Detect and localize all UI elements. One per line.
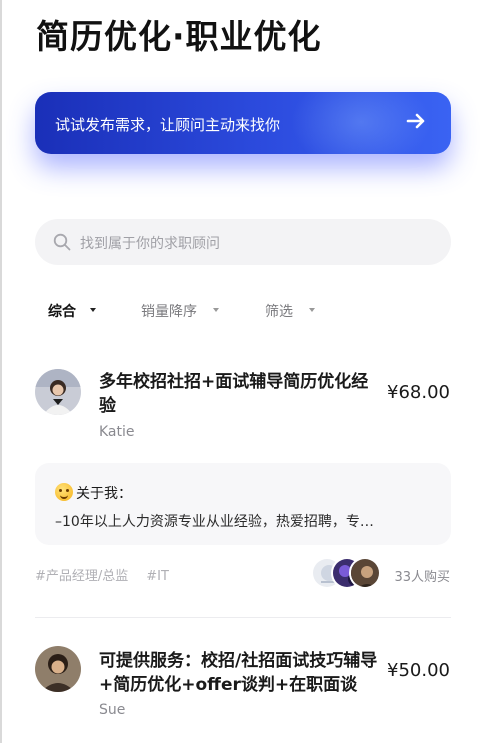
search-placeholder: 找到属于你的求职顾问: [80, 236, 220, 252]
filter-label: 综合: [48, 304, 76, 320]
arrow-right-icon: [406, 113, 425, 129]
page-title: 简历优化·职业优化: [36, 17, 322, 56]
about-text: –10年以上人力资源专业从业经验，热爱招聘，专…: [55, 514, 374, 530]
search-icon: [53, 233, 71, 251]
smile-emoji-icon: [55, 483, 73, 501]
filter-label: 销量降序: [141, 304, 197, 320]
about-heading-text: 关于我：: [76, 486, 132, 502]
purchase-count: 33人购买: [394, 570, 450, 585]
filter-sales-desc[interactable]: 销量降序: [141, 301, 219, 321]
post-request-banner[interactable]: 试试发布需求，让顾问主动来找你: [35, 92, 451, 154]
filter-bar: 综合 销量降序 筛选: [0, 301, 480, 321]
filter-label: 筛选: [265, 304, 293, 320]
tag: #IT: [146, 569, 169, 584]
consultant-name: Katie: [99, 424, 135, 440]
listing-price: ¥68.00: [387, 382, 450, 403]
filter-screen[interactable]: 筛选: [265, 301, 315, 321]
caret-down-icon: [213, 308, 219, 312]
filter-comprehensive[interactable]: 综合: [48, 301, 96, 321]
avatar: [35, 369, 81, 415]
left-edge-border: [0, 0, 2, 743]
avatar: [35, 646, 81, 692]
caret-down-icon: [90, 308, 96, 312]
caret-down-icon: [309, 308, 315, 312]
listing-title: 多年校招社招+面试辅导简历优化经验: [99, 372, 369, 416]
listing-title: 可提供服务：校招/社招面试技巧辅导+简历优化+offer谈判+在职面谈: [99, 651, 378, 695]
buyer-avatars: [311, 557, 381, 589]
buyer-avatar: [349, 557, 381, 589]
tag-list: #产品经理/总监 #IT: [35, 565, 187, 584]
consultant-name: Sue: [99, 702, 126, 718]
search-input[interactable]: 找到属于你的求职顾问: [35, 219, 451, 265]
about-heading: 关于我：: [55, 483, 132, 503]
banner-text: 试试发布需求，让顾问主动来找你: [55, 116, 281, 134]
divider: [35, 617, 451, 618]
about-section: 关于我： –10年以上人力资源专业从业经验，热爱招聘，专…: [35, 463, 451, 545]
tag: #产品经理/总监: [35, 569, 129, 584]
listing-price: ¥50.00: [387, 660, 450, 681]
